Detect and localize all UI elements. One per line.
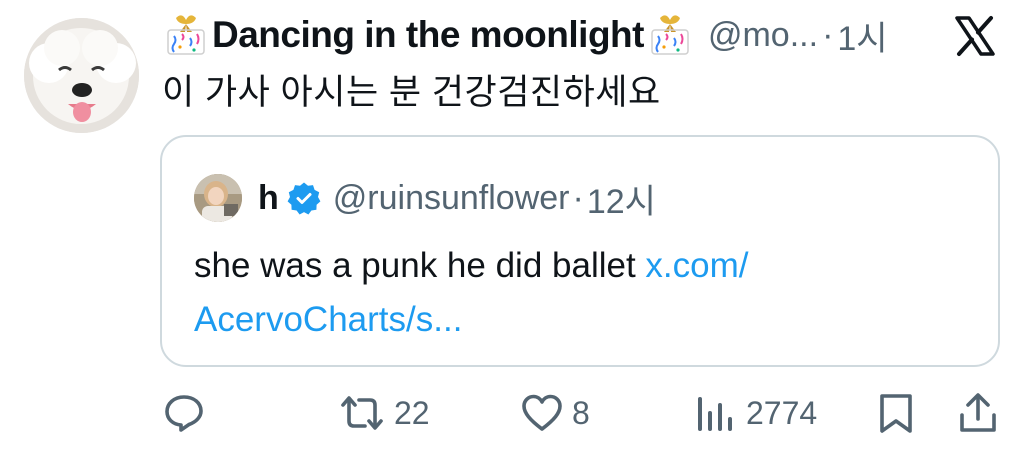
separator-dot: · [822,15,834,54]
quoted-tweet-link-continued[interactable]: AcervoCharts/s... [194,300,462,339]
quoted-tweet-link[interactable]: x.com/ [645,246,748,285]
quoted-tweet-timestamp[interactable]: 12시 [587,174,656,223]
tweet-action-bar: 22 8 2774 [0,388,1024,438]
person-avatar-image [194,174,242,222]
author-display-name[interactable]: Dancing in the moonlight [212,14,644,56]
bookmark-button[interactable] [874,388,918,438]
tweet-timestamp[interactable]: 1시 [837,11,887,60]
verified-badge-icon [287,181,321,215]
quoted-author-avatar[interactable] [194,174,242,222]
views-button[interactable]: 2774 [694,388,817,438]
quoted-author-handle[interactable]: @ruinsunflower [333,179,570,218]
author-avatar[interactable] [24,18,139,133]
x-logo-icon [953,14,997,58]
share-icon [960,393,996,432]
quoted-tweet-body: she was a punk he did ballet [194,246,646,285]
confetti-ribbon-icon [162,12,210,58]
quoted-tweet-header: h @ruinsunflower · 12시 [194,173,656,223]
retweet-count: 22 [394,394,430,431]
quoted-author-name[interactable]: h [258,179,279,218]
quoted-tweet-card[interactable]: h @ruinsunflower · 12시 she was a punk he… [160,135,1000,367]
share-button[interactable] [956,388,1000,438]
retweet-icon [341,396,383,430]
quoted-tweet-text: she was a punk he did ballet x.com/ Acer… [194,239,894,347]
like-button[interactable]: 8 [520,388,590,438]
heart-icon [522,394,562,431]
confetti-ribbon-icon [646,12,694,58]
separator-dot: · [572,178,584,217]
dog-avatar-image [24,18,139,133]
tweet-header: Dancing in the moonlight @mo... · 1시 [162,10,888,60]
retweet-button[interactable]: 22 [338,388,430,438]
views-icon [698,397,732,431]
reply-icon [165,395,203,432]
bookmark-icon [880,394,912,433]
like-count: 8 [572,394,590,431]
views-count: 2774 [746,394,818,431]
reply-button[interactable] [162,388,206,438]
tweet-text: 이 가사 아시는 분 건강검진하세요 [162,73,661,112]
author-handle[interactable]: @mo... [708,16,818,55]
